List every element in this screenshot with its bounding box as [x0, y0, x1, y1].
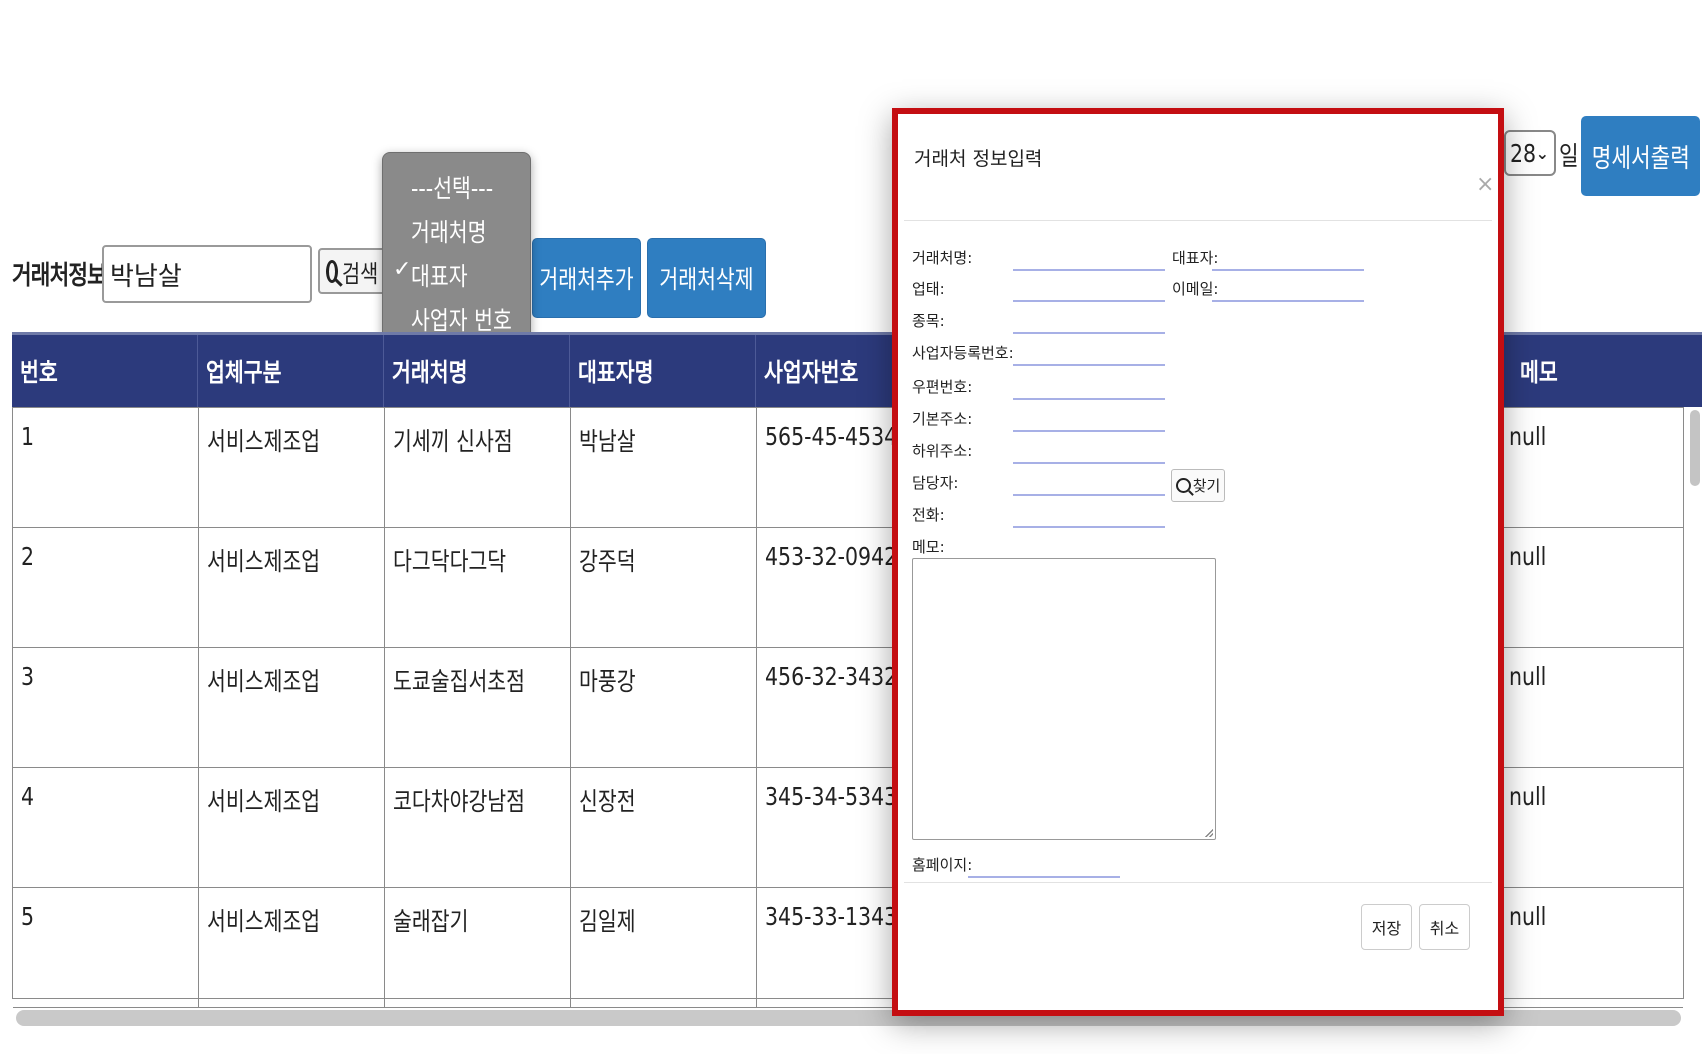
memo-textarea[interactable]	[912, 558, 1216, 840]
cell-business-type: 서비스제조업	[199, 528, 385, 647]
cell-customer-name: 기세끼 신사점	[385, 408, 571, 527]
cell-number: 2	[13, 528, 199, 647]
business-item-label: 종목:	[912, 312, 945, 330]
find-address-button[interactable]: 찾기	[1171, 469, 1225, 502]
phone-field[interactable]	[1013, 526, 1165, 528]
cancel-button[interactable]: 취소	[1419, 904, 1470, 950]
cell-customer-name: 코다차야강남점	[385, 768, 571, 887]
cell-business-type: 서비스제조업	[199, 648, 385, 767]
search-type-dropdown-menu[interactable]: ---선택--- 거래처명 ✓ 대표자 사업자 번호	[382, 152, 531, 352]
delete-customer-button[interactable]: 거래처삭제	[647, 238, 766, 318]
cell-representative: 신장전	[571, 768, 757, 887]
cell-memo: null	[1509, 542, 1547, 571]
modal-divider	[904, 882, 1492, 883]
cell-memo: null	[1509, 662, 1547, 691]
chevron-down-icon: ⌄	[1535, 144, 1549, 163]
cell-number: 5	[13, 888, 199, 1007]
day-unit-label: 일	[1559, 142, 1579, 172]
representative-field[interactable]	[1212, 269, 1364, 271]
sub-address-field[interactable]	[1013, 462, 1165, 464]
representative-label: 대표자:	[1172, 249, 1219, 267]
email-label: 이메일:	[1172, 280, 1219, 298]
business-category-label: 업태:	[912, 280, 945, 298]
search-button[interactable]: 검색	[318, 248, 388, 294]
cell-representative: 마풍강	[571, 648, 757, 767]
column-header-memo[interactable]: 메모	[1512, 335, 1702, 407]
cell-representative: 김일제	[571, 888, 757, 1007]
customer-name-field[interactable]	[1013, 269, 1165, 271]
customer-name-label: 거래처명:	[912, 249, 973, 267]
column-header-representative[interactable]: 대표자명	[570, 335, 756, 407]
modal-divider	[904, 220, 1492, 221]
business-reg-number-label: 사업자등록번호:	[912, 344, 1014, 362]
memo-label: 메모:	[912, 538, 945, 556]
base-address-label: 기본주소:	[912, 410, 973, 428]
close-icon[interactable]: ×	[1476, 172, 1494, 197]
business-reg-number-field[interactable]	[1013, 364, 1165, 366]
cell-representative: 박남살	[571, 408, 757, 527]
modal-title: 거래처 정보입력	[914, 148, 1043, 170]
zip-code-label: 우편번호:	[912, 378, 973, 396]
email-field[interactable]	[1212, 300, 1364, 302]
menu-option-none[interactable]: ---선택---	[411, 169, 511, 205]
customer-info-modal: 거래처 정보입력 × 거래처명: 대표자: 업태: 이메일: 종목: 사업자등록…	[892, 108, 1504, 1016]
print-statement-button[interactable]: 명세서출력	[1581, 116, 1700, 196]
manager-label: 담당자:	[912, 474, 959, 492]
search-icon	[1175, 478, 1191, 493]
column-header-business-type[interactable]: 업체구분	[198, 335, 384, 407]
day-select[interactable]: 28 ⌄	[1504, 130, 1556, 176]
zip-code-field[interactable]	[1013, 398, 1165, 400]
cell-business-type: 서비스제조업	[199, 408, 385, 527]
homepage-field[interactable]	[968, 876, 1120, 878]
column-header-customer-name[interactable]: 거래처명	[384, 335, 570, 407]
menu-option-customer-name[interactable]: 거래처명	[411, 213, 503, 249]
check-icon: ✓	[393, 257, 412, 282]
cell-business-type: 서비스제조업	[199, 768, 385, 887]
homepage-label: 홈페이지:	[912, 856, 973, 874]
cell-number: 1	[13, 408, 199, 527]
search-input[interactable]	[102, 245, 312, 303]
save-button[interactable]: 저장	[1361, 904, 1412, 950]
vertical-scrollbar[interactable]	[1690, 410, 1700, 486]
cell-memo: null	[1509, 422, 1547, 451]
search-icon	[326, 259, 338, 283]
business-category-field[interactable]	[1013, 300, 1165, 302]
menu-option-representative[interactable]: ✓ 대표자	[393, 257, 480, 293]
business-item-field[interactable]	[1013, 332, 1165, 334]
cell-representative: 강주덕	[571, 528, 757, 647]
phone-label: 전화:	[912, 506, 945, 524]
sub-address-label: 하위주소:	[912, 442, 973, 460]
cell-customer-name: 술래잡기	[385, 888, 571, 1007]
cell-customer-name: 도쿄술집서초점	[385, 648, 571, 767]
add-customer-button[interactable]: 거래처추가	[532, 238, 641, 318]
cell-customer-name: 다그닥다그닥	[385, 528, 571, 647]
cell-memo: null	[1509, 782, 1547, 811]
cell-memo: null	[1509, 902, 1547, 931]
cell-number: 3	[13, 648, 199, 767]
column-header-number[interactable]: 번호	[12, 335, 198, 407]
base-address-field[interactable]	[1013, 430, 1165, 432]
manager-field[interactable]	[1013, 494, 1165, 496]
resize-handle-icon[interactable]	[1205, 829, 1213, 837]
cell-business-type: 서비스제조업	[199, 888, 385, 1007]
cell-number: 4	[13, 768, 199, 887]
